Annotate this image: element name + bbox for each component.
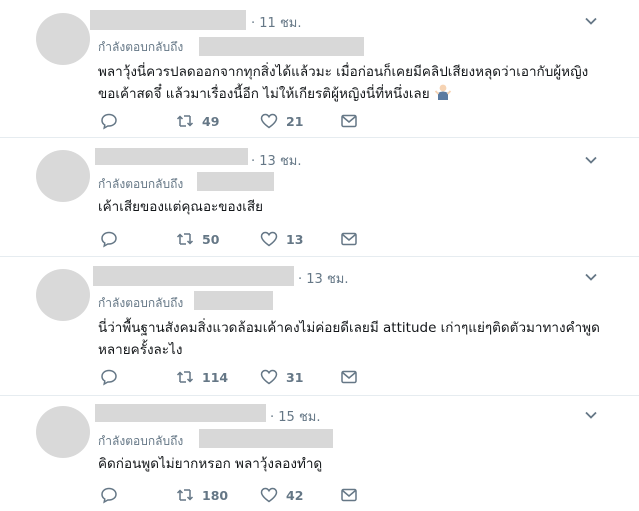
retweet-button[interactable]: 114 — [176, 367, 228, 387]
retweet-icon — [176, 233, 194, 245]
like-icon — [260, 487, 278, 503]
tweet-item[interactable]: · 13 ชม. กำลังตอบกลับถึง นี่ว่าพื้นฐานสั… — [0, 257, 639, 396]
message-icon — [341, 232, 357, 246]
tweet-text-line: นี่ว่าพื้นฐานสังคมสิ่งแวดล้อมเค้าคงไม่ค่… — [98, 320, 600, 336]
retweet-count: 49 — [202, 113, 220, 129]
retweet-button[interactable]: 180 — [176, 485, 228, 505]
message-icon — [341, 370, 357, 384]
message-button[interactable] — [340, 111, 358, 131]
replying-to-label: กำลังตอบกลับถึง — [98, 434, 184, 448]
avatar[interactable] — [36, 269, 90, 321]
tweet-actions: 114 31 — [100, 367, 370, 387]
reply-button[interactable] — [100, 367, 118, 387]
redacted-username — [93, 266, 294, 286]
tweet-actions: 49 21 — [100, 111, 370, 131]
retweet-count: 50 — [202, 231, 220, 247]
man-shrugging-emoji — [434, 84, 452, 100]
tweet-item[interactable]: · 13 ชม. กำลังตอบกลับถึง เค้าเสียของแต่ค… — [0, 138, 639, 257]
like-icon — [260, 369, 278, 385]
reply-button[interactable] — [100, 229, 118, 249]
chevron-down-icon[interactable] — [583, 407, 599, 423]
tweet-text-line: พลาวุ้งนี่ควรปลดออกจากทุกสิ่งได้แล้วมะ เ… — [98, 64, 589, 80]
timestamp[interactable]: · 15 ชม. — [270, 406, 320, 427]
avatar[interactable] — [36, 13, 90, 65]
tweet-text-line: ขอเค้าสดจึ๋ แล้วมาเรื่องนี้อีก ไม่ให้เกี… — [98, 83, 588, 105]
tweet-text-line: คิดก่อนพูดไม่ยากหรอก พลาวุ้งลองทำดู — [98, 456, 323, 472]
replying-to-label: กำลังตอบกลับถึง — [98, 177, 184, 191]
reply-icon — [101, 487, 117, 504]
retweet-count: 180 — [202, 487, 229, 503]
reply-icon — [101, 113, 117, 130]
tweet-item[interactable]: · 15 ชม. กำลังตอบกลับถึง คิดก่อนพูดไม่ยา… — [0, 396, 639, 511]
retweet-count: 114 — [202, 369, 229, 385]
like-count: 21 — [286, 113, 304, 129]
redacted-username — [95, 148, 248, 165]
message-button[interactable] — [340, 229, 358, 249]
replying-to-label: กำลังตอบกลับถึง — [98, 40, 184, 54]
reply-button[interactable] — [100, 111, 118, 131]
like-count: 31 — [286, 369, 304, 385]
chevron-down-icon[interactable] — [583, 269, 599, 285]
reply-button[interactable] — [100, 485, 118, 505]
redacted-reply-handle — [199, 37, 364, 56]
timestamp[interactable]: · 11 ชม. — [251, 12, 301, 33]
timestamp[interactable]: · 13 ชม. — [251, 150, 301, 171]
replying-to-label: กำลังตอบกลับถึง — [98, 296, 184, 310]
retweet-icon — [176, 489, 194, 501]
redacted-username — [95, 404, 266, 422]
retweet-button[interactable]: 50 — [176, 229, 219, 249]
like-count: 13 — [286, 231, 304, 247]
timestamp[interactable]: · 13 ชม. — [298, 268, 348, 289]
retweet-icon — [176, 115, 194, 127]
like-button[interactable]: 21 — [260, 111, 303, 131]
redacted-reply-handle — [199, 429, 333, 448]
like-icon — [260, 231, 278, 247]
retweet-button[interactable]: 49 — [176, 111, 219, 131]
retweet-icon — [176, 371, 194, 383]
tweet-text: เค้าเสียของแต่คุณอะของเสีย — [98, 196, 263, 218]
chevron-down-icon[interactable] — [583, 13, 599, 29]
like-button[interactable]: 13 — [260, 229, 303, 249]
message-icon — [341, 114, 357, 128]
tweet-text: นี่ว่าพื้นฐานสังคมสิ่งแวดล้อมเค้าคงไม่ค่… — [98, 317, 600, 361]
tweet-item[interactable]: · 11 ชม. กำลังตอบกลับถึง พลาวุ้งนี่ควรปล… — [0, 0, 639, 138]
like-button[interactable]: 31 — [260, 367, 303, 387]
reply-icon — [101, 231, 117, 248]
message-button[interactable] — [340, 367, 358, 387]
tweet-text: คิดก่อนพูดไม่ยากหรอก พลาวุ้งลองทำดู — [98, 453, 322, 475]
chevron-down-icon[interactable] — [583, 152, 599, 168]
like-count: 42 — [286, 487, 304, 503]
tweet-actions: 50 13 — [100, 229, 370, 249]
tweet-actions: 180 42 — [100, 485, 370, 505]
redacted-reply-handle — [197, 172, 274, 191]
reply-icon — [101, 369, 117, 386]
message-button[interactable] — [340, 485, 358, 505]
redacted-reply-handle — [194, 291, 273, 310]
redacted-username — [90, 10, 246, 30]
tweet-text: พลาวุ้งนี่ควรปลดออกจากทุกสิ่งได้แล้วมะ เ… — [98, 61, 588, 105]
tweet-text-line: หลายครั้งละไง — [98, 342, 183, 358]
like-button[interactable]: 42 — [260, 485, 303, 505]
like-icon — [260, 113, 278, 129]
avatar[interactable] — [36, 406, 90, 458]
message-icon — [341, 488, 357, 502]
avatar[interactable] — [36, 150, 90, 202]
tweet-text-line: เค้าเสียของแต่คุณอะของเสีย — [98, 199, 263, 215]
